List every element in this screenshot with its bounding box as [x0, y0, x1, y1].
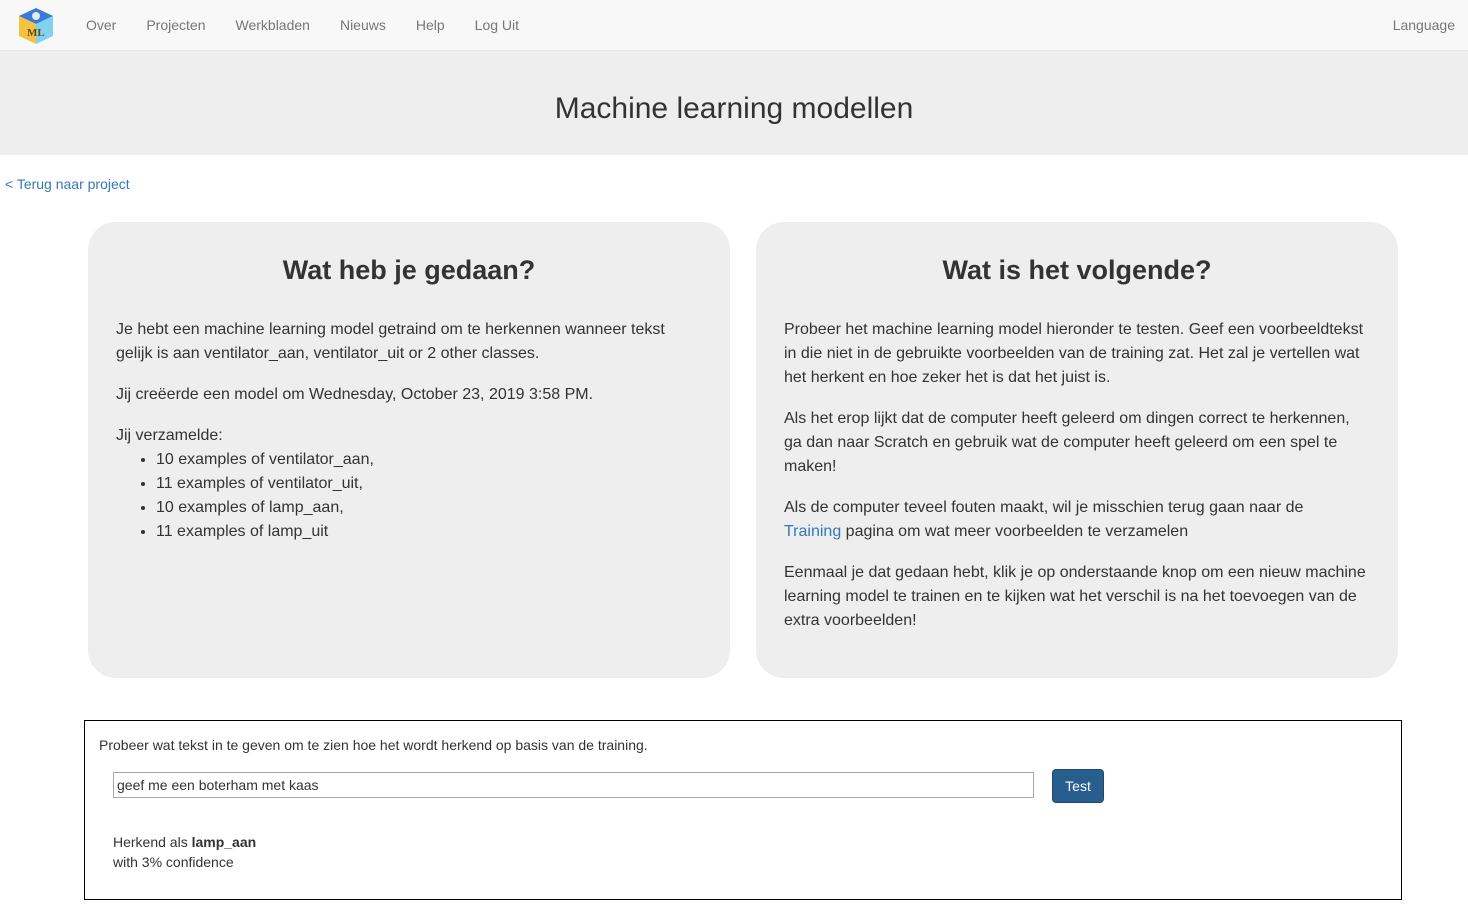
right-panel-title: Wat is het volgende?: [942, 255, 1212, 285]
nav-link-over[interactable]: Over: [71, 0, 131, 51]
nav-link-nieuws[interactable]: Nieuws: [325, 0, 401, 51]
list-item: 10 examples of ventilator_aan,: [156, 448, 702, 472]
test-prompt: Probeer wat tekst in te geven om te zien…: [99, 737, 648, 753]
nav-link-help[interactable]: Help: [401, 0, 460, 51]
result-label: lamp_aan: [191, 834, 257, 850]
logo-letter-m: ML: [27, 27, 45, 39]
nav-links: Over Projecten Werkbladen Nieuws Help Lo…: [71, 0, 534, 51]
left-panel-title: Wat heb je gedaan?: [282, 255, 536, 285]
retrain-instructions: Eenmaal je dat gedaan hebt, klik je op o…: [784, 564, 1366, 629]
test-model-box: Probeer wat tekst in te geven om te zien…: [84, 720, 1402, 900]
model-description: Je hebt een machine learning model getra…: [116, 321, 665, 362]
list-item: 11 examples of lamp_uit: [156, 520, 702, 544]
test-result: Herkend als lamp_aan with 3% confidence: [113, 832, 256, 872]
ml-logo-icon[interactable]: ML: [17, 6, 55, 46]
nav-link-log-uit[interactable]: Log Uit: [460, 0, 534, 51]
what-is-next-panel: Wat is het volgende? Probeer het machine…: [756, 222, 1398, 678]
nav-link-projecten[interactable]: Projecten: [131, 0, 220, 51]
page-title: Machine learning modellen: [554, 92, 914, 125]
result-confidence: with 3% confidence: [113, 854, 234, 870]
navbar: ML Over Projecten Werkbladen Nieuws Help…: [0, 0, 1468, 51]
page-header: Machine learning modellen: [0, 51, 1468, 155]
examples-list: 10 examples of ventilator_aan, 11 exampl…: [116, 448, 702, 544]
test-text-input[interactable]: [113, 772, 1034, 798]
test-instructions: Probeer het machine learning model hiero…: [784, 321, 1364, 386]
list-item: 11 examples of ventilator_uit,: [156, 472, 702, 496]
language-menu[interactable]: Language: [1393, 0, 1455, 51]
result-prefix: Herkend als: [113, 834, 188, 850]
what-have-you-done-panel: Wat heb je gedaan? Je hebt een machine l…: [88, 222, 730, 678]
training-text-before: Als de computer teveel fouten maakt, wil…: [784, 499, 1304, 516]
list-item: 10 examples of lamp_aan,: [156, 496, 702, 520]
collected-label: Jij verzamelde:: [116, 427, 223, 444]
model-created-date: Jij creëerde een model om Wednesday, Oct…: [116, 386, 594, 403]
training-instructions: Als de computer teveel fouten maakt, wil…: [784, 496, 1370, 544]
back-to-project-link[interactable]: < Terug naar project: [5, 176, 130, 192]
scratch-instructions: Als het erop lijkt dat de computer heeft…: [784, 410, 1350, 475]
training-link[interactable]: Training: [784, 523, 841, 540]
training-text-after: pagina om wat meer voorbeelden te verzam…: [845, 523, 1189, 540]
test-button[interactable]: Test: [1052, 769, 1104, 803]
nav-link-werkbladen[interactable]: Werkbladen: [221, 0, 325, 51]
